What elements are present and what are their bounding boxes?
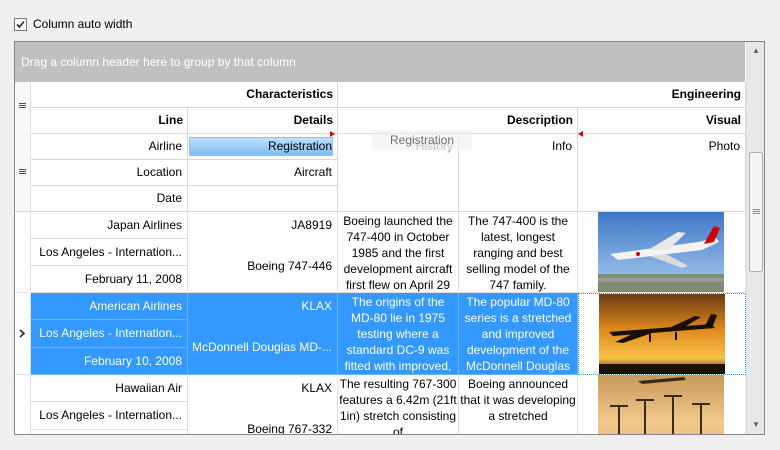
group-by-panel[interactable]: Drag a column header here to group by th… — [15, 42, 745, 82]
cell-history[interactable]: The origins of the MD-80 lie in 1975 tes… — [338, 293, 459, 375]
subheader-date[interactable]: Date — [31, 186, 188, 212]
subheader-photo[interactable]: Photo — [578, 134, 746, 212]
cell-location[interactable]: Los Angeles - Internation... — [31, 239, 188, 266]
column-header-line[interactable]: Line — [31, 108, 188, 134]
checkmark-icon — [16, 20, 25, 28]
cell-registration[interactable]: JA8919 — [188, 212, 338, 239]
focused-row-chevron-icon — [19, 329, 26, 338]
cell-location[interactable]: Los Angeles - Internation... — [31, 320, 188, 348]
cell-photo[interactable] — [578, 212, 746, 293]
cell-airline[interactable]: Hawaiian Air — [31, 375, 188, 402]
drag-ghost-registration: Registration — [372, 130, 472, 150]
cell-photo[interactable] — [578, 293, 746, 375]
band-engineering[interactable]: Engineering — [338, 82, 746, 108]
sunset-landing-photo — [599, 294, 725, 374]
jal-747-takeoff-photo — [598, 212, 724, 292]
subheader-airline[interactable]: Airline — [31, 134, 188, 160]
cell-info[interactable]: The popular MD-80 series is a stretched … — [459, 293, 578, 375]
subheader-indicator-cell — [15, 134, 31, 212]
column-header-visual[interactable]: Visual — [578, 108, 746, 134]
row-indicator[interactable] — [15, 212, 31, 293]
cell-history[interactable]: Boeing launched the 747-400 in October 1… — [338, 212, 459, 293]
cell-info[interactable]: Boeing announced that it was developing … — [459, 375, 578, 434]
cell-registration[interactable]: KLAX — [188, 293, 338, 320]
band-indicator-cell — [15, 82, 31, 134]
scroll-up-arrow-icon[interactable]: ▲ — [747, 42, 764, 59]
cell-info[interactable]: The 747-400 is the latest, longest rangi… — [459, 212, 578, 293]
band-characteristics[interactable]: Characteristics — [31, 82, 338, 108]
column-auto-width-label: Column auto width — [33, 17, 133, 31]
scrollbar-thumb[interactable] — [749, 152, 763, 272]
drop-arrow-right-icon — [578, 131, 583, 137]
cell-aircraft[interactable]: Boeing 747-446 — [188, 239, 338, 293]
column-customization-icon[interactable] — [19, 103, 26, 110]
scroll-down-arrow-icon[interactable]: ▼ — [747, 416, 764, 433]
vertical-scrollbar[interactable]: ▲ ▼ — [746, 42, 764, 434]
subheader-location[interactable]: Location — [31, 160, 188, 186]
row-indicator-focused[interactable] — [15, 293, 31, 375]
approach-lights-photo — [598, 375, 724, 434]
subheader-registration-slot[interactable]: Registration — [188, 134, 338, 160]
cell-date[interactable]: February 11, 2008 — [31, 266, 188, 293]
subheader-info[interactable]: Info — [459, 134, 578, 212]
cell-aircraft[interactable]: McDonnell Douglas MD-... — [188, 320, 338, 375]
subheader-empty — [188, 186, 338, 212]
column-chooser-icon[interactable] — [19, 169, 26, 176]
cell-date[interactable]: February 10, 2008 — [31, 348, 188, 375]
column-auto-width-checkbox[interactable] — [14, 17, 27, 31]
cell-location[interactable]: Los Angeles - Internation... — [31, 402, 188, 430]
cell-registration[interactable]: KLAX — [188, 375, 338, 402]
cell-history[interactable]: The resulting 767-300 features a 6.42m (… — [338, 375, 459, 434]
cell-airline[interactable]: American Airlines — [31, 293, 188, 320]
column-auto-width-option[interactable]: Column auto width — [14, 15, 132, 33]
cell-aircraft[interactable]: Boeing 767-332 — [188, 402, 338, 434]
cell-photo[interactable] — [578, 375, 746, 434]
cell-airline[interactable]: Japan Airlines — [31, 212, 188, 239]
drop-arrow-left-icon — [330, 131, 335, 137]
row-indicator[interactable] — [15, 375, 31, 434]
subheader-registration[interactable]: Registration — [268, 139, 332, 153]
cell-date[interactable] — [31, 430, 188, 434]
data-grid: Drag a column header here to group by th… — [14, 41, 765, 435]
subheader-aircraft[interactable]: Aircraft — [188, 160, 338, 186]
column-header-details[interactable]: Details — [188, 108, 338, 134]
